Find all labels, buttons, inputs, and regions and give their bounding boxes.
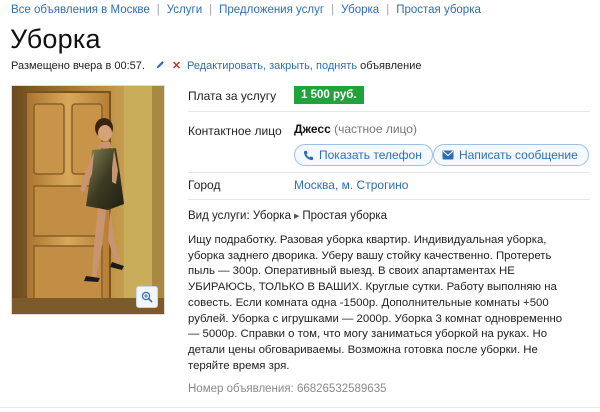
pencil-icon[interactable] [156,61,168,72]
contact-name: Джесс [294,122,331,136]
write-message-label: Написать сообщение [459,148,578,162]
ad-number: Номер объявления: 66826532589635 [188,383,387,395]
manage-suffix: объявление [360,60,422,72]
breadcrumb-link-services[interactable]: Услуги [167,4,202,16]
triangle-right-icon: ▶ [293,213,300,220]
contact-label: Контактное лицо [188,124,282,138]
breadcrumb-separator: | [156,4,160,16]
city-link[interactable]: Москва, м. Строгино [294,178,408,192]
service-subcategory: Простая уборка [302,210,388,222]
contact-person: Джесс (частное лицо) [294,122,417,136]
breadcrumb-link-cleaning[interactable]: Уборка [341,4,379,16]
divider [188,111,590,112]
price-badge: 1 500 руб. [294,86,364,104]
zoom-in-icon[interactable] [136,286,158,308]
divider [0,407,600,408]
breadcrumb-separator: | [386,4,390,16]
show-phone-label: Показать телефон [319,148,422,162]
breadcrumb-link-all-ads[interactable]: Все объявления в Москве [11,4,150,16]
divider [188,199,590,200]
show-phone-button[interactable]: Показать телефон [294,144,433,166]
service-label: Вид услуги: [188,210,250,222]
listing-meta: Размещено вчера в 00:57. ✕ Редактировать,… [11,59,421,72]
service-type: Вид услуги: Уборка ▶ Простая уборка [188,210,387,222]
write-message-button[interactable]: Написать сообщение [433,144,589,166]
breadcrumb-separator: | [331,4,335,16]
breadcrumb-link-service-offers[interactable]: Предложения услуг [219,4,324,16]
phone-icon [303,150,314,161]
contact-type: (частное лицо) [334,122,417,136]
breadcrumb-link-simple-cleaning[interactable]: Простая уборка [396,4,481,16]
photo-image [12,86,164,314]
service-category: Уборка [252,210,291,222]
breadcrumb-separator: | [209,4,213,16]
listing-photo[interactable] [11,85,165,315]
price-label: Плата за услугу [188,89,277,103]
listing-description: Ищу подработку. Разовая уборка квартир. … [188,234,563,372]
city-label: Город [188,178,221,192]
page-title: Уборка [10,24,101,54]
posted-date: Размещено вчера в 00:57. [11,60,145,72]
divider [188,172,590,173]
edit-close-raise-link[interactable]: Редактировать, закрыть, поднять [187,60,357,72]
envelope-icon [442,150,454,160]
close-icon[interactable]: ✕ [172,60,181,72]
breadcrumb: Все объявления в Москве | Услуги | Предложен… [11,4,481,16]
